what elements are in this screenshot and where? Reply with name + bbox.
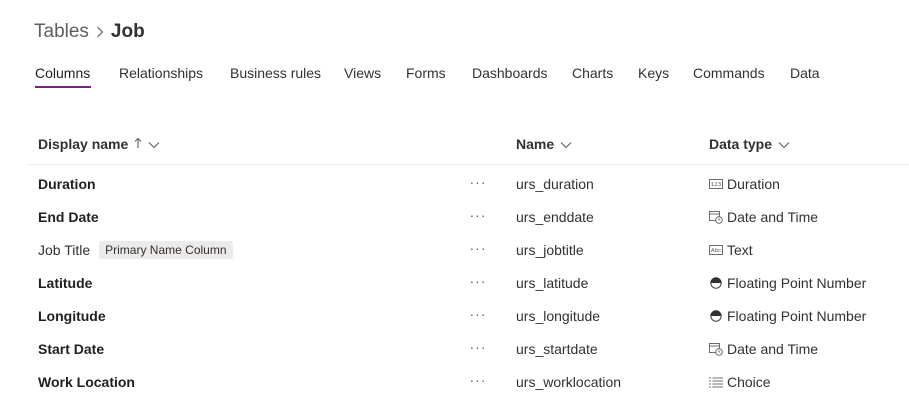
more-options-button[interactable]: ··· <box>467 167 489 197</box>
more-options-button[interactable]: ··· <box>467 332 489 362</box>
chevron-right-icon <box>89 18 111 46</box>
data-type-cell: Date and Time <box>709 200 818 233</box>
data-type-label: Choice <box>727 373 771 390</box>
tab-charts[interactable]: Charts <box>572 62 613 88</box>
logical-name-cell: urs_duration <box>516 175 594 192</box>
data-type-cell: Choice <box>709 365 771 398</box>
logical-name-cell: urs_worklocation <box>516 373 622 390</box>
duration-icon: 123 <box>709 177 723 191</box>
tab-relationships[interactable]: Relationships <box>119 62 203 88</box>
tab-views[interactable]: Views <box>344 62 381 88</box>
data-type-label: Date and Time <box>727 208 819 225</box>
logical-name-cell: urs_jobtitle <box>516 241 584 258</box>
primary-name-column-badge: Primary Name Column <box>99 240 233 259</box>
logical-name-cell: urs_longitude <box>516 307 601 324</box>
more-options-button[interactable]: ··· <box>467 365 489 395</box>
chevron-down-icon <box>554 136 572 152</box>
display-name-cell[interactable]: End Date <box>38 200 99 233</box>
svg-text:123: 123 <box>711 182 722 188</box>
chevron-down-icon <box>772 136 790 152</box>
data-type-cell: Floating Point Number <box>709 299 866 332</box>
data-type-cell: Floating Point Number <box>709 266 866 299</box>
display-name-cell[interactable]: Work Location <box>38 365 135 398</box>
tab-forms[interactable]: Forms <box>406 62 446 88</box>
calendar-clock-icon <box>709 210 723 224</box>
column-header-display-name[interactable]: Display name <box>38 124 160 164</box>
half-circle-icon <box>709 309 723 323</box>
display-name-cell[interactable]: Duration <box>38 167 96 200</box>
table-row[interactable]: Longitude ··· urs_longitude Floating Poi… <box>27 299 909 332</box>
table-row[interactable]: Work Location ··· urs_worklocation Choic… <box>27 365 909 398</box>
data-type-label: Date and Time <box>727 340 819 357</box>
data-type-label: Text <box>727 241 753 258</box>
tab-data[interactable]: Data <box>790 62 820 88</box>
data-type-cell: Abc Text <box>709 233 753 266</box>
text-icon: Abc <box>709 243 723 257</box>
tab-label: Columns <box>35 65 91 81</box>
tab-keys[interactable]: Keys <box>638 62 669 88</box>
page-title: Job <box>110 21 145 42</box>
display-name-label: Job Title <box>38 241 91 258</box>
logical-name-cell: urs_latitude <box>516 274 589 291</box>
column-header-label: Display name <box>38 136 129 152</box>
column-header-label: Data type <box>709 136 773 152</box>
logical-name-cell: urs_startdate <box>516 340 598 357</box>
display-name-cell[interactable]: Longitude <box>38 299 106 332</box>
choice-list-icon <box>709 375 723 389</box>
data-type-cell: 123 Duration <box>709 167 780 200</box>
chevron-down-icon <box>142 136 160 152</box>
table-row[interactable]: Job Title Primary Name Column ··· urs_jo… <box>27 233 909 266</box>
table-row[interactable]: Duration ··· urs_duration 123 Duration <box>27 167 909 200</box>
tab-commands[interactable]: Commands <box>693 62 765 88</box>
table-row[interactable]: Latitude ··· urs_latitude Floating Point… <box>27 266 909 299</box>
data-type-label: Floating Point Number <box>727 307 867 324</box>
tab-columns[interactable]: Columns <box>35 62 91 88</box>
table-row[interactable]: Start Date ··· urs_startdate Date and Ti… <box>27 332 909 365</box>
breadcrumb-tables-link[interactable]: Tables <box>34 21 89 43</box>
grid-header: Display name Name Data type <box>27 124 909 165</box>
breadcrumb: Tables Job <box>34 18 145 46</box>
column-header-label: Name <box>516 136 555 152</box>
data-type-label: Duration <box>727 175 780 192</box>
display-name-cell[interactable]: Start Date <box>38 332 104 365</box>
more-options-button[interactable]: ··· <box>467 266 489 296</box>
logical-name-cell: urs_enddate <box>516 208 594 225</box>
column-header-name[interactable]: Name <box>516 124 572 164</box>
data-type-cell: Date and Time <box>709 332 818 365</box>
more-options-button[interactable]: ··· <box>467 233 489 263</box>
column-header-data-type[interactable]: Data type <box>709 124 790 164</box>
display-name-cell[interactable]: Job Title Primary Name Column <box>38 233 233 266</box>
data-type-label: Floating Point Number <box>727 274 867 291</box>
tab-dashboards[interactable]: Dashboards <box>472 62 548 88</box>
half-circle-icon <box>709 276 723 290</box>
calendar-clock-icon <box>709 342 723 356</box>
sort-ascending-icon <box>128 136 142 152</box>
more-options-button[interactable]: ··· <box>467 200 489 230</box>
active-tab-indicator <box>35 86 91 88</box>
display-name-cell[interactable]: Latitude <box>38 266 92 299</box>
tab-business-rules[interactable]: Business rules <box>230 62 321 88</box>
svg-text:Abc: Abc <box>711 248 721 254</box>
table-row[interactable]: End Date ··· urs_enddate Date and Time <box>27 200 909 233</box>
more-options-button[interactable]: ··· <box>467 299 489 329</box>
